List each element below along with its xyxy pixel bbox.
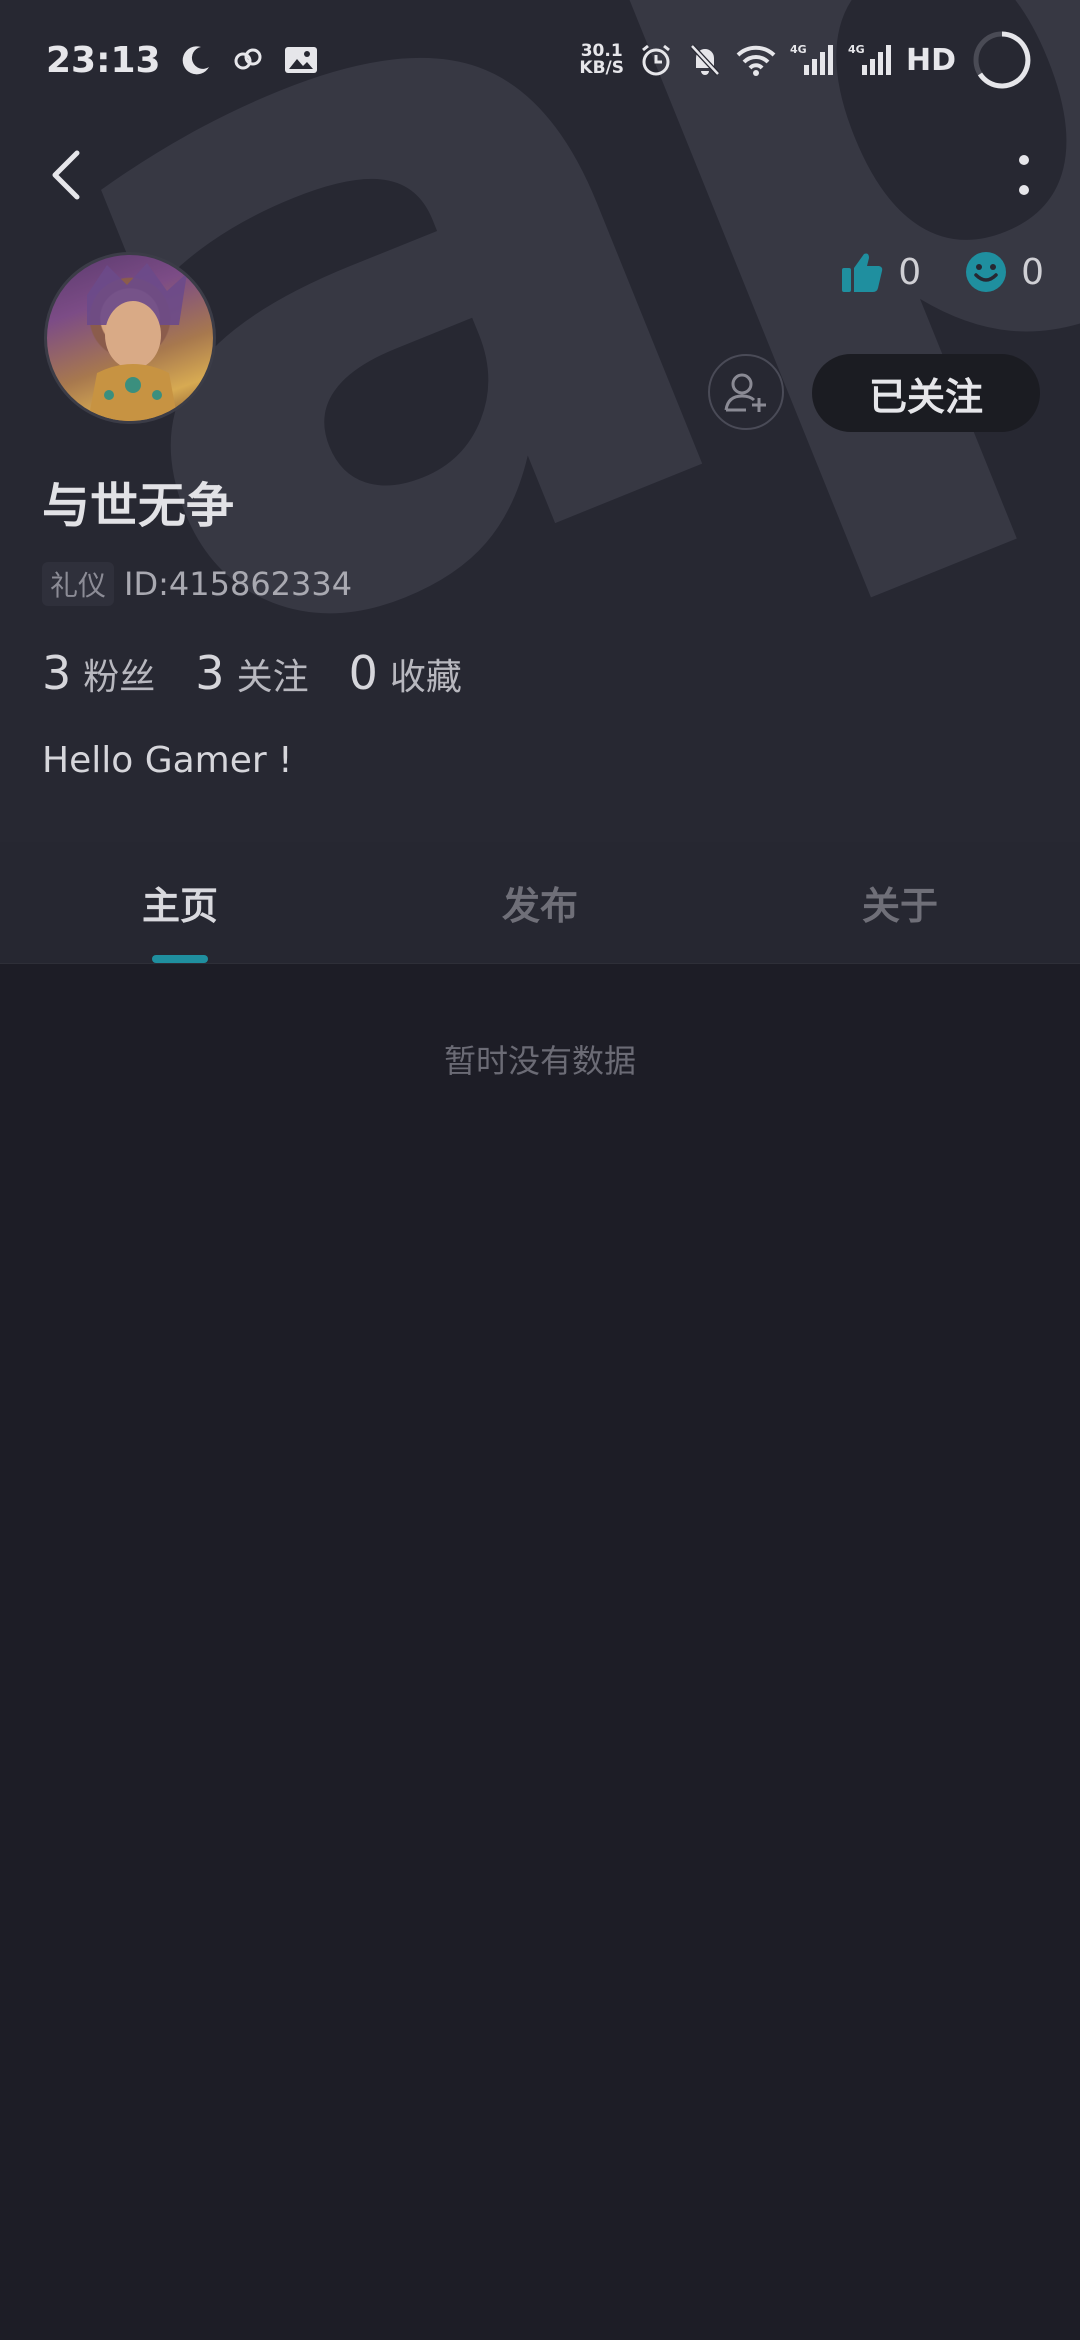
tab-home[interactable]: 主页 [0, 842, 360, 963]
avatar-image [87, 263, 187, 421]
link-icon [231, 43, 265, 77]
more-vertical-icon [1019, 155, 1029, 195]
smile-icon [966, 252, 1007, 292]
svg-text:4G: 4G [848, 43, 865, 56]
hd-indicator: HD [905, 42, 956, 78]
signal-icon-1: 4G [790, 43, 834, 77]
tab-about[interactable]: 关于 [720, 842, 1080, 963]
active-tab-indicator [152, 955, 208, 963]
favorites-link[interactable]: 0 收藏 [349, 646, 462, 700]
more-options-button[interactable] [994, 140, 1054, 210]
tab-posts[interactable]: 发布 [360, 842, 720, 963]
smiles-count: 0 [1021, 251, 1044, 293]
followers-label: 粉丝 [83, 657, 156, 698]
reaction-stats: 0 0 [840, 250, 1044, 294]
tab-home-label: 主页 [141, 884, 218, 928]
bell-off-icon [688, 42, 722, 78]
image-icon [283, 44, 319, 76]
tab-posts-label: 发布 [501, 884, 578, 928]
followed-button[interactable]: 已关注 [812, 354, 1040, 432]
alarm-icon [638, 42, 674, 78]
followers-count: 3 [42, 646, 72, 700]
profile-tabs: 主页 发布 关于 [0, 842, 1080, 964]
likes-stat[interactable]: 0 [840, 250, 921, 294]
net-speed: 30.1 KB/S [579, 41, 624, 78]
following-count: 3 [195, 646, 225, 700]
user-bio: Hello Gamer ! [42, 740, 293, 781]
svg-text:4G: 4G [790, 43, 807, 56]
profile-counts: 3 粉丝 3 关注 0 收藏 [42, 646, 462, 700]
followers-link[interactable]: 3 粉丝 [42, 646, 155, 700]
user-add-icon [724, 373, 766, 412]
id-row: 礼仪 ID:415862334 [42, 562, 352, 606]
avatar[interactable] [44, 252, 216, 424]
battery-ring-icon [970, 28, 1034, 92]
chevron-left-icon [52, 150, 80, 200]
following-link[interactable]: 3 关注 [195, 646, 308, 700]
moon-icon [179, 43, 213, 77]
thumbs-up-icon [842, 253, 883, 292]
status-time: 23:13 [46, 39, 161, 81]
add-friend-button[interactable] [708, 354, 784, 430]
back-button[interactable] [36, 140, 96, 210]
tab-about-label: 关于 [861, 884, 938, 928]
likes-count: 0 [898, 251, 922, 293]
empty-state-text: 暂时没有数据 [443, 1042, 636, 1080]
smiles-stat[interactable]: 0 [965, 251, 1044, 293]
wifi-icon [736, 44, 776, 76]
user-badge: 礼仪 [42, 562, 115, 606]
favorites-label: 收藏 [389, 657, 462, 698]
favorites-count: 0 [348, 646, 378, 700]
username: 与世无争 [42, 478, 235, 534]
signal-icon-2: 4G [848, 43, 892, 77]
top-nav [0, 130, 1080, 220]
user-id: ID:415862334 [124, 565, 353, 603]
following-label: 关注 [236, 657, 309, 698]
status-bar: 23:13 30.1 KB/S 4G 4G HD [0, 0, 1080, 120]
